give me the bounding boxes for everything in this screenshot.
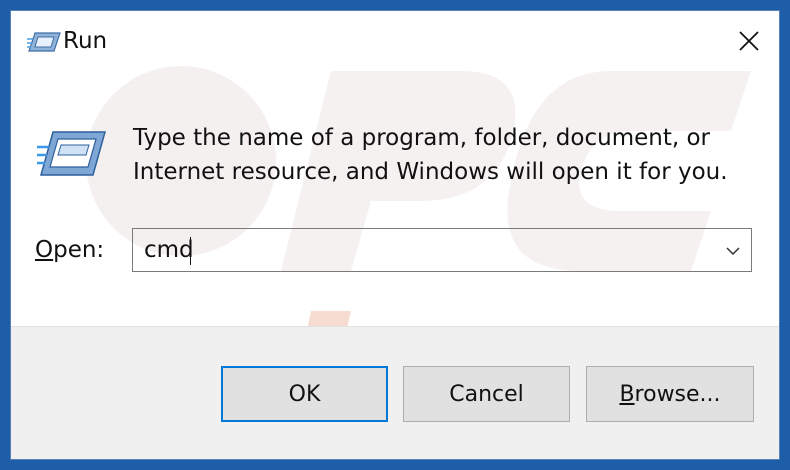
run-dialog: Run Type the name of a program, folder, … <box>10 10 780 460</box>
run-icon <box>27 32 61 52</box>
ok-button[interactable]: OK <box>221 366 388 422</box>
browse-label: rowse... <box>634 381 721 407</box>
open-label: Open: <box>35 237 104 263</box>
open-input[interactable] <box>133 229 703 271</box>
open-combobox[interactable] <box>132 228 752 272</box>
dialog-description: Type the name of a program, folder, docu… <box>133 121 733 189</box>
chevron-down-icon[interactable] <box>723 241 743 261</box>
open-label-access-key: O <box>35 237 54 263</box>
browse-button[interactable]: Browse... <box>586 366 754 422</box>
description-line-2: Internet resource, and Windows will open… <box>133 159 728 185</box>
open-label-text: pen: <box>53 237 105 263</box>
close-icon <box>739 31 759 51</box>
browse-access-key: B <box>619 381 635 407</box>
close-button[interactable] <box>725 17 773 65</box>
run-program-icon <box>37 131 106 176</box>
button-bar: OK Cancel Browse... <box>11 326 779 459</box>
title-bar: Run <box>11 11 779 73</box>
description-line-1: Type the name of a program, folder, docu… <box>133 125 710 151</box>
window-title: Run <box>63 28 108 54</box>
text-caret <box>190 237 191 265</box>
cancel-button[interactable]: Cancel <box>403 366 570 422</box>
